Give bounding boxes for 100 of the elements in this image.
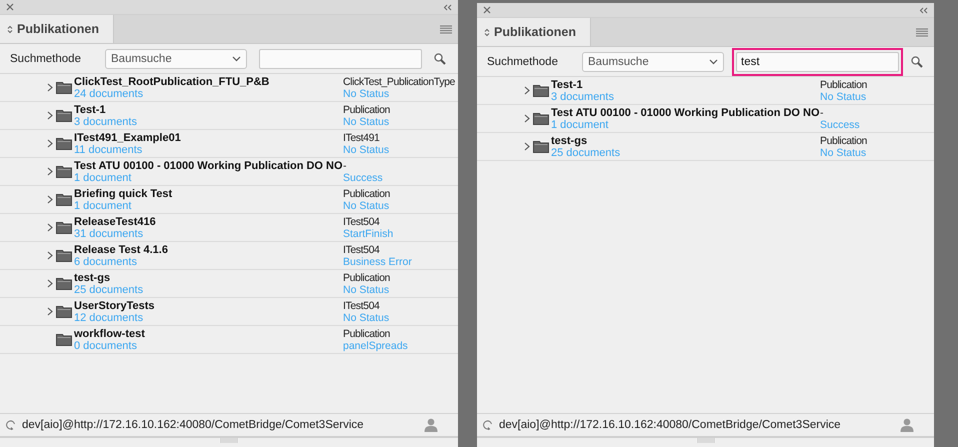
document-count: 1 document <box>551 118 610 130</box>
connection-status: dev[aio]@http://172.16.10.162:40080/CometBridge/Comet3Service <box>22 419 365 431</box>
publication-type: ClickTest_PublicationType <box>343 76 456 88</box>
folder-icon <box>56 333 72 346</box>
chevron-down-icon <box>232 56 241 62</box>
folder-icon <box>56 165 72 178</box>
document-count: 6 documents <box>74 256 138 268</box>
publication-name[interactable]: ITest491_Example01 <box>74 132 343 144</box>
publication-type: ITest504 <box>343 216 380 228</box>
publication-status: No Status <box>343 284 390 296</box>
document-count: 11 documents <box>74 144 144 156</box>
document-count: 3 documents <box>74 116 138 128</box>
refresh-icon[interactable] <box>483 420 493 430</box>
resize-grip-icon[interactable] <box>220 438 238 443</box>
folder-icon <box>56 249 72 262</box>
publication-type: ITest491 <box>343 132 380 144</box>
search-field[interactable]: test <box>736 52 899 72</box>
panel-title: Publikationen <box>494 25 576 39</box>
expand-chevron-icon[interactable] <box>47 251 53 260</box>
folder-icon <box>56 221 72 234</box>
publication-type: Publication <box>343 104 391 116</box>
expand-chevron-icon[interactable] <box>47 167 53 176</box>
search-field[interactable] <box>259 48 422 68</box>
publication-type: Publication <box>820 78 868 90</box>
publication-status: Success <box>343 172 384 184</box>
search-icon[interactable] <box>911 56 923 68</box>
panel-title: Publikationen <box>17 22 99 36</box>
document-count: 25 documents <box>551 146 622 158</box>
folder-icon <box>533 84 549 97</box>
collapse-icon[interactable] <box>443 4 452 10</box>
menu-icon[interactable] <box>440 24 452 34</box>
publication-status: No Status <box>820 90 868 102</box>
expand-chevron-icon[interactable] <box>47 307 53 316</box>
publication-type: - <box>343 160 348 172</box>
publication-type: Publication <box>343 188 391 200</box>
publication-name[interactable]: Test-1 <box>74 104 343 116</box>
folder-icon <box>533 112 549 125</box>
publication-name[interactable]: ClickTest_RootPublication_FTU_P&B <box>74 76 343 88</box>
document-count: 12 documents <box>74 312 144 324</box>
refresh-icon[interactable] <box>6 420 16 430</box>
publication-type: Publication <box>820 134 868 146</box>
connection-status: dev[aio]@http://172.16.10.162:40080/CometBridge/Comet3Service <box>499 419 842 431</box>
search-icon[interactable] <box>434 52 446 64</box>
expand-chevron-icon[interactable] <box>47 279 53 288</box>
folder-icon <box>56 305 72 318</box>
publication-status: No Status <box>343 144 390 156</box>
publication-name[interactable]: Release Test 4.1.6 <box>74 244 343 256</box>
sort-icon <box>7 24 13 34</box>
publication-name[interactable]: UserStoryTests <box>74 300 343 312</box>
folder-icon <box>56 277 72 290</box>
folder-icon <box>56 81 72 94</box>
publication-status: Success <box>820 118 861 130</box>
document-count: 31 documents <box>74 228 144 240</box>
publication-status: panelSpreads <box>343 340 409 352</box>
expand-chevron-icon[interactable] <box>47 195 53 204</box>
publication-type: Publication <box>343 328 391 340</box>
publication-type: - <box>820 106 824 118</box>
search-method-label: Suchmethode <box>10 52 82 64</box>
expand-chevron-icon[interactable] <box>524 114 530 123</box>
expand-chevron-icon[interactable] <box>524 86 530 95</box>
folder-icon <box>56 137 72 150</box>
expand-chevron-icon[interactable] <box>524 142 530 151</box>
publication-name[interactable]: test-gs <box>74 272 343 284</box>
menu-icon[interactable] <box>916 28 928 36</box>
folder-icon <box>56 109 72 122</box>
expand-chevron-icon[interactable] <box>47 139 53 148</box>
publication-status: No Status <box>343 312 390 324</box>
document-count: 1 document <box>74 172 132 184</box>
publication-name[interactable]: test-gs <box>551 134 820 146</box>
publication-name[interactable]: Test-1 <box>551 78 820 90</box>
expand-chevron-icon[interactable] <box>47 223 53 232</box>
panel-tab[interactable]: Publikationen <box>477 18 591 46</box>
expand-chevron-icon[interactable] <box>47 111 53 120</box>
collapse-icon[interactable] <box>919 6 928 14</box>
document-count: 1 document <box>74 200 132 212</box>
search-method-label: Suchmethode <box>487 56 559 68</box>
publication-name[interactable]: workflow-test <box>74 328 343 340</box>
document-count: 25 documents <box>74 284 144 296</box>
close-icon[interactable] <box>6 3 14 11</box>
publication-status: No Status <box>343 116 390 128</box>
document-count: 0 documents <box>74 340 138 352</box>
sort-icon <box>484 28 490 36</box>
publication-status: No Status <box>343 200 390 212</box>
publication-name[interactable]: Test ATU 00100 - 01000 Working Publication DO NO <box>74 160 343 172</box>
publication-type: Publication <box>343 272 391 284</box>
publication-name[interactable]: Test ATU 00100 - 01000 Working Publication DO NO <box>551 106 820 118</box>
expand-chevron-icon[interactable] <box>47 83 53 92</box>
search-method-dropdown[interactable]: Baumsuche <box>582 52 724 72</box>
publication-status: Business Error <box>343 256 413 268</box>
folder-icon <box>533 140 549 153</box>
folder-icon <box>56 193 72 206</box>
document-count: 24 documents <box>74 88 144 100</box>
chevron-down-icon <box>709 58 718 64</box>
publication-name[interactable]: ReleaseTest416 <box>74 216 343 228</box>
panel-tab[interactable]: Publikationen <box>0 15 114 43</box>
publication-name[interactable]: Briefing quick Test <box>74 188 343 200</box>
resize-grip-icon[interactable] <box>696 438 714 443</box>
search-method-dropdown[interactable]: Baumsuche <box>105 48 247 68</box>
close-icon[interactable] <box>483 6 491 14</box>
publication-status: No Status <box>820 146 868 158</box>
